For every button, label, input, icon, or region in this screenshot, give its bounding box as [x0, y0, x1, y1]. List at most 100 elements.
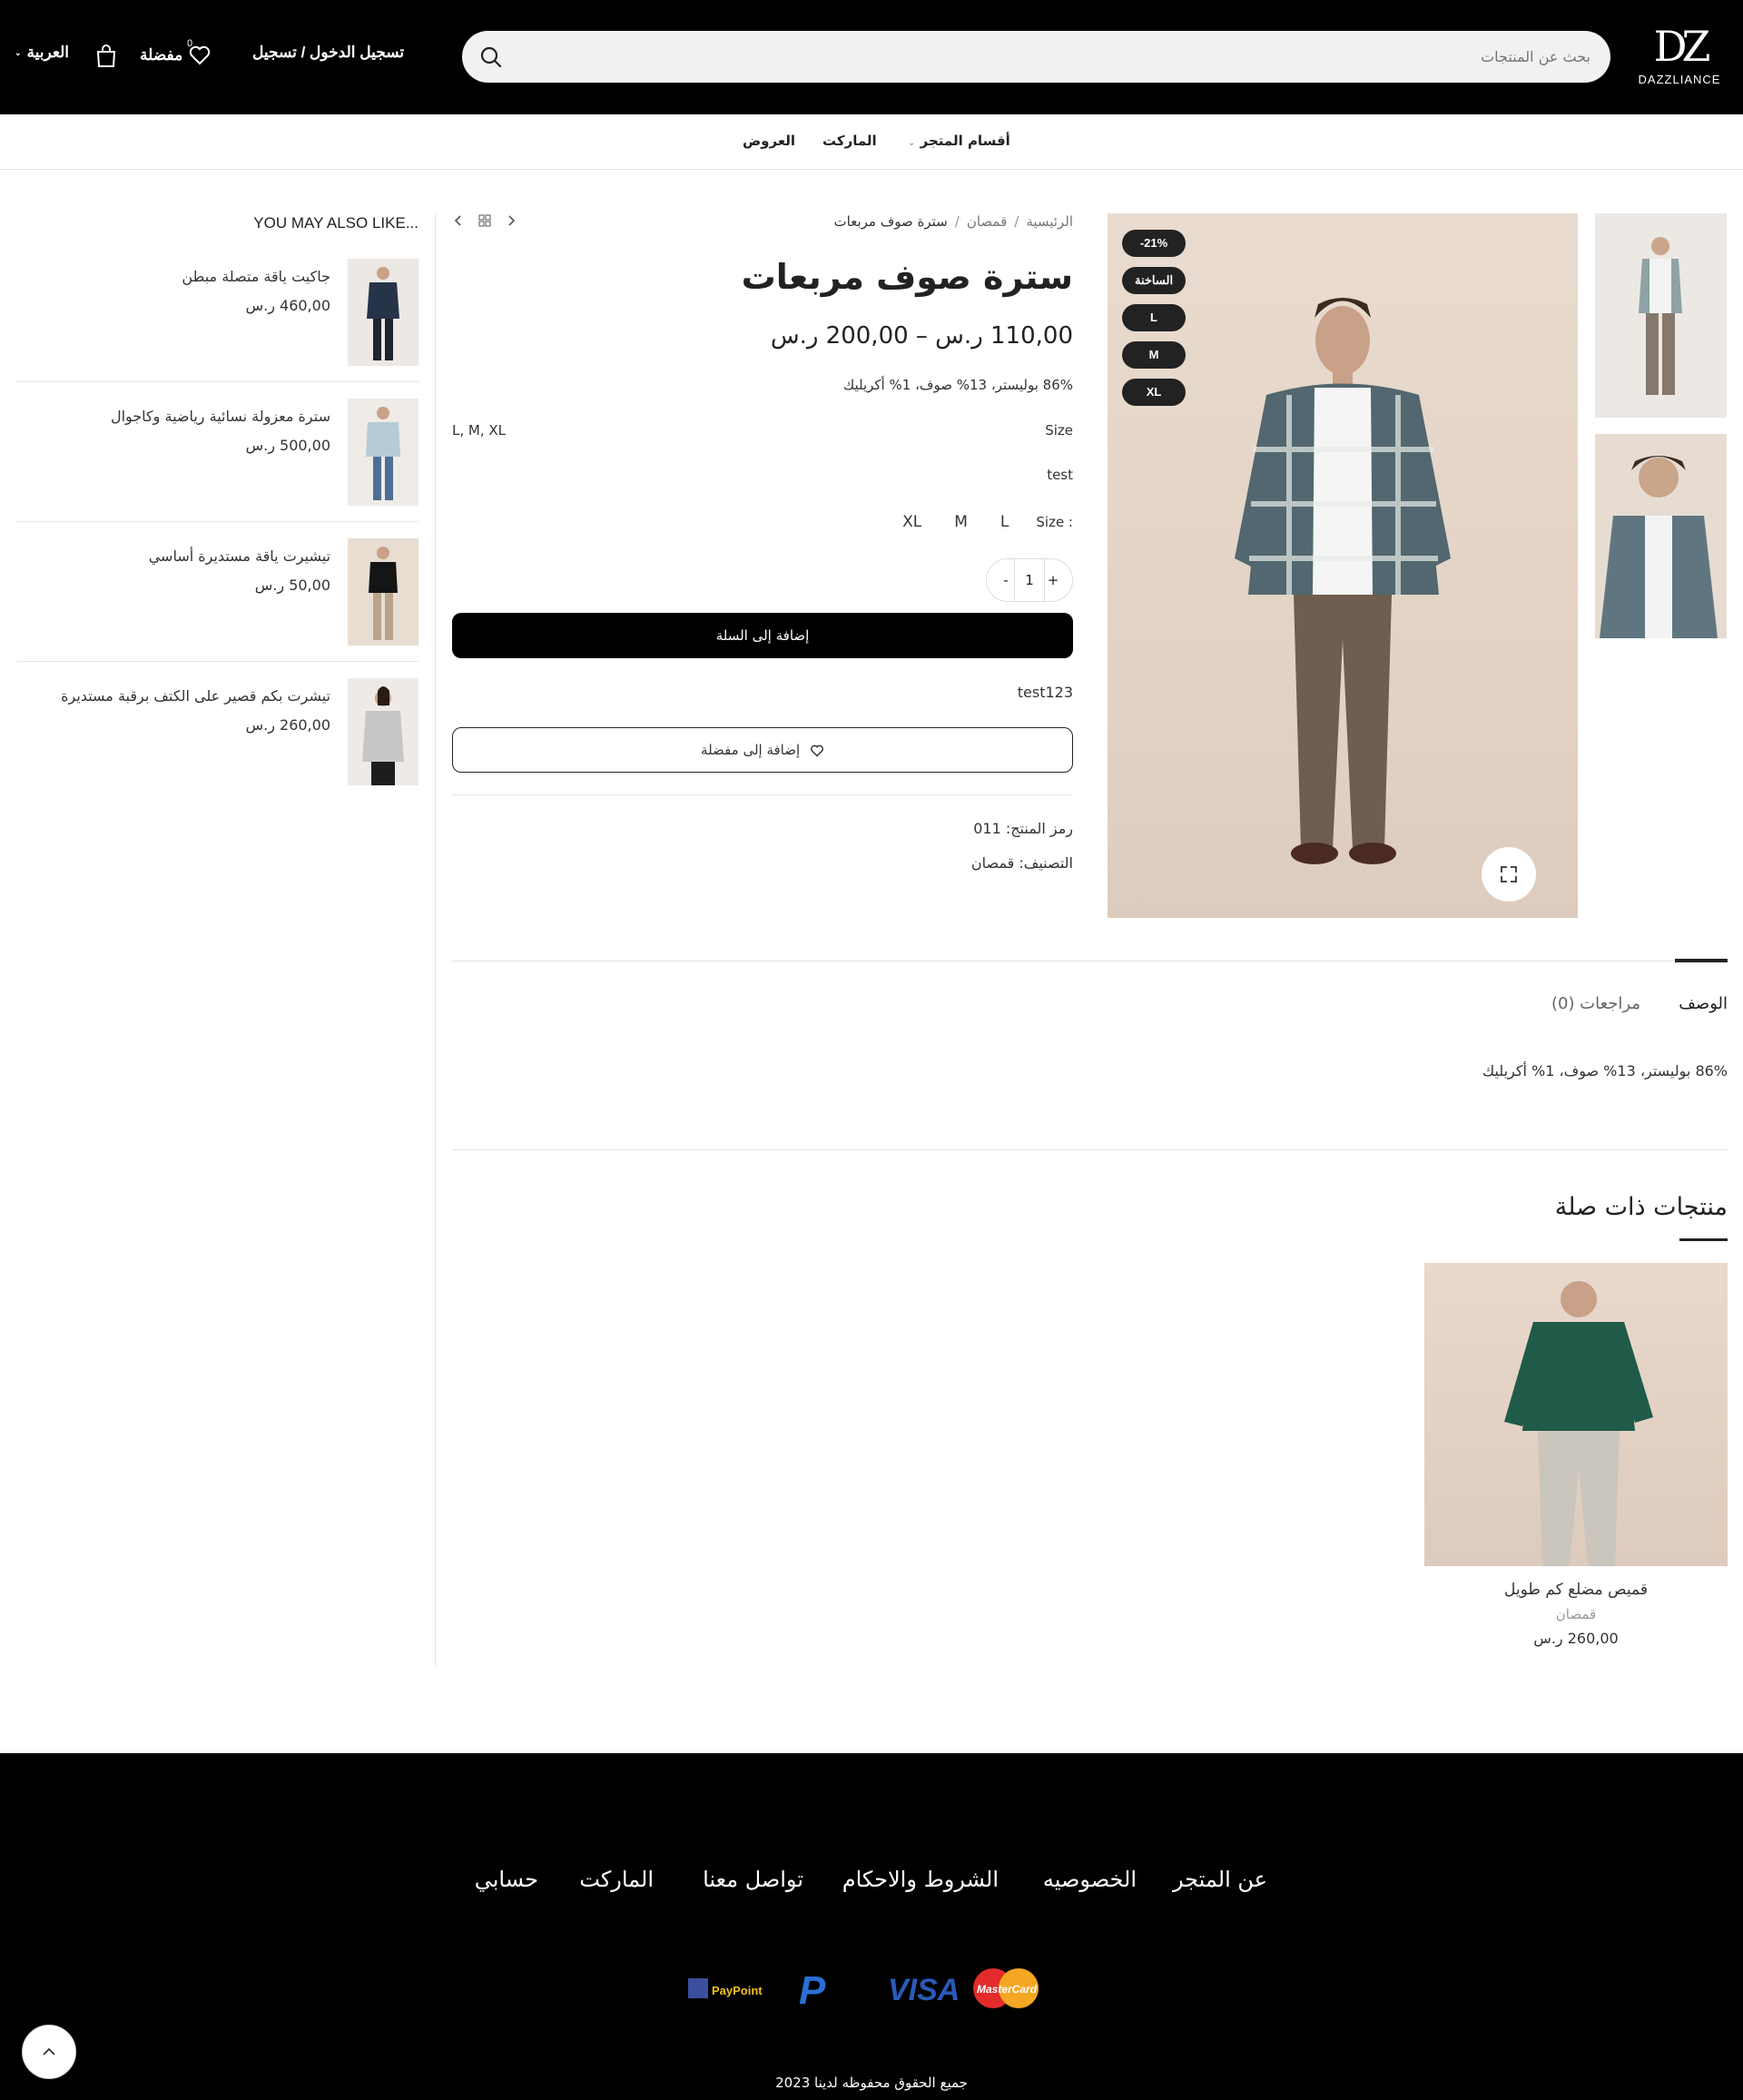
active-tab-indicator [1675, 959, 1728, 962]
add-to-cart-button[interactable]: إضافة إلى السلة [452, 613, 1073, 658]
footer-link-privacy[interactable]: الخصوصيه [1043, 1867, 1137, 1892]
breadcrumb-current: سترة صوف مربعات [833, 213, 948, 230]
chevron-right-icon [508, 215, 516, 226]
divider [16, 661, 419, 662]
attribute-key: Size [1045, 422, 1073, 439]
nav-label: أقسام المتجر [920, 133, 1010, 149]
main-nav: ⌄ أقسام المتجر الماركت العروض [0, 114, 1743, 170]
product-navigation [452, 213, 517, 232]
back-to-shop-button[interactable] [478, 213, 492, 232]
logo-mark: DZ [1653, 22, 1711, 71]
search-bar [462, 31, 1610, 83]
sidebar-product[interactable]: تيشرت بكم قصير على الكتف برقبة مستديرة 2… [16, 678, 419, 785]
divider [452, 794, 1073, 795]
sidebar-product-image[interactable] [348, 259, 419, 366]
section-divider [452, 1149, 1728, 1150]
language-switcher[interactable]: ⌄ العربية [15, 44, 69, 62]
related-product-name[interactable]: قميص مضلع كم طويل [1424, 1581, 1728, 1599]
product-badges: -21% الساخنة L M XL [1122, 230, 1187, 406]
related-product-category[interactable]: قمصان [1424, 1606, 1728, 1622]
sidebar-product[interactable]: تيشيرت ياقة مستديرة أساسي 50,00 ر.س [16, 538, 419, 646]
footer-link-contact[interactable]: تواصل معنا [703, 1867, 803, 1892]
breadcrumb-category[interactable]: قمصان [967, 213, 1007, 230]
quantity-input[interactable]: 1 [1013, 558, 1046, 602]
gallery-thumbnail[interactable] [1595, 213, 1727, 418]
gallery-thumbnail[interactable] [1595, 434, 1727, 638]
quantity-increase-button[interactable]: + [1045, 572, 1061, 588]
tab-description[interactable]: الوصف [1679, 994, 1728, 1013]
related-product-card[interactable]: قميص مضلع كم طويل قمصان 260,00 ر.س [1424, 1263, 1728, 1647]
footer-link-account[interactable]: حسابي [475, 1867, 538, 1892]
sidebar-product[interactable]: جاكيت ياقة متصلة مبطن 460,00 ر.س [16, 259, 419, 366]
sidebar-divider [435, 213, 436, 1666]
extra-note: test123 [1017, 684, 1073, 701]
nav-item-offers[interactable]: العروض [743, 133, 795, 149]
login-label: تسجيل الدخول / تسجيل [252, 44, 405, 61]
size-badge: XL [1122, 379, 1187, 406]
cart-link[interactable]: 0 [94, 38, 192, 69]
product-photo [348, 538, 419, 646]
product-photo [348, 259, 419, 366]
sidebar-product-image[interactable] [348, 538, 419, 646]
title-underline [1679, 1238, 1728, 1241]
footer-link-market[interactable]: الماركت [579, 1867, 654, 1892]
sidebar-title: YOU MAY ALSO LIKE... [253, 214, 419, 232]
product-thumbnail-image [1595, 213, 1727, 418]
sidebar-product-name[interactable]: تيشرت بكم قصير على الكتف برقبة مستديرة [61, 687, 330, 705]
sidebar-product-image[interactable] [348, 399, 419, 506]
size-selector-label: Size : [1036, 514, 1073, 530]
sidebar-product-name[interactable]: تيشيرت ياقة مستديرة أساسي [149, 547, 330, 565]
quantity-decrease-button[interactable]: - [998, 572, 1014, 588]
main-product-image[interactable]: -21% الساخنة L M XL [1108, 213, 1578, 918]
tab-reviews[interactable]: مراجعات (0) [1551, 994, 1640, 1013]
footer-link-terms[interactable]: الشروط والاحكام [842, 1867, 999, 1892]
nav-label: العروض [743, 133, 796, 149]
product-photo [348, 678, 419, 785]
logo-text: DAZZLIANCE [1638, 73, 1721, 86]
hot-badge: الساخنة [1122, 267, 1187, 294]
next-product-button[interactable] [505, 213, 517, 232]
sidebar-product[interactable]: سترة معزولة نسائية رياضية وكاجوال 500,00… [16, 399, 419, 506]
related-product-image[interactable] [1424, 1263, 1728, 1566]
expand-image-button[interactable] [1482, 847, 1536, 902]
sidebar-product-name[interactable]: سترة معزولة نسائية رياضية وكاجوال [111, 408, 330, 425]
size-option-l[interactable]: L [995, 513, 1014, 531]
payment-methods: PayPoint P VISA MasterCard [686, 1966, 1059, 2013]
add-to-wishlist-button[interactable]: إضافة إلى مفضلة [452, 727, 1073, 773]
product-category[interactable]: التصنيف: قمصان [971, 854, 1073, 872]
breadcrumb-home[interactable]: الرئيسية [1026, 213, 1073, 230]
sidebar-product-image[interactable] [348, 678, 419, 785]
login-link[interactable]: تسجيل الدخول / تسجيل [252, 44, 404, 62]
mastercard-label: MasterCard [977, 1983, 1038, 1996]
size-option-xl[interactable]: XL [897, 513, 927, 531]
prev-product-button[interactable] [452, 213, 465, 232]
paypoint-label: PayPoint [712, 1984, 763, 1997]
expand-icon [1501, 866, 1517, 882]
breadcrumb: الرئيسية/قمصان/سترة صوف مربعات [833, 213, 1073, 230]
size-selector: Size : L M XL [897, 513, 1073, 531]
description-text: 86% بوليستر، 13% صوف، 1% أكريليك [1482, 1062, 1728, 1080]
grid-icon [478, 214, 491, 227]
language-label: العربية [26, 44, 70, 61]
divider [16, 381, 419, 382]
size-option-m[interactable]: M [949, 513, 973, 531]
visa-label: VISA [888, 1973, 960, 2007]
wishlist-link[interactable]: مفضلة [140, 44, 212, 67]
sidebar-product-name[interactable]: جاكيت ياقة متصلة مبطن [182, 268, 330, 285]
payment-logos: PayPoint P VISA MasterCard [688, 1968, 1039, 2013]
nav-item-market[interactable]: الماركت [822, 133, 877, 149]
nav-item-categories[interactable]: ⌄ أقسام المتجر [908, 133, 1010, 149]
sidebar-product-price: 500,00 ر.س [245, 437, 330, 454]
site-logo[interactable]: DZ DAZZLIANCE [1636, 20, 1723, 93]
visa-icon: VISA [888, 1973, 960, 2007]
divider [16, 521, 419, 522]
footer-link-about[interactable]: عن المتجر [1173, 1867, 1267, 1892]
search-button[interactable] [477, 43, 506, 72]
search-input[interactable] [547, 31, 1590, 83]
scroll-to-top-button[interactable] [22, 2025, 76, 2079]
header-actions: تسجيل الدخول / تسجيل مفضلة 0 ⌄ العربية [0, 36, 418, 76]
chevron-down-icon: ⌄ [15, 47, 22, 57]
sidebar-product-price: 460,00 ر.س [245, 297, 330, 314]
short-description: 86% بوليستر، 13% صوف، 1% أكريليك [842, 377, 1073, 393]
paypal-label: P [799, 1968, 826, 2011]
